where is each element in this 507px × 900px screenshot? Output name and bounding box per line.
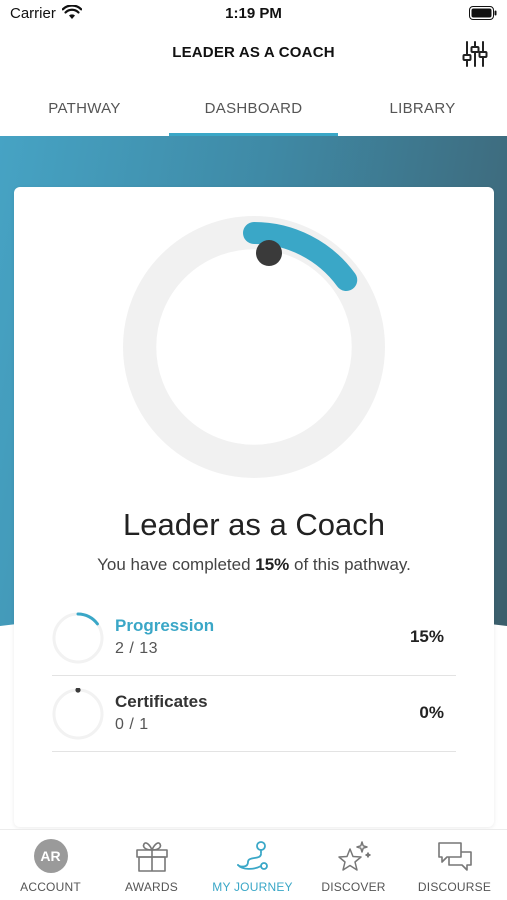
progress-ring-inner-line (156, 249, 352, 445)
tabbar-label: DISCOVER (321, 880, 386, 894)
progression-ring (52, 612, 104, 664)
tabbar-account[interactable]: AR ACCOUNT (0, 830, 101, 900)
stat-row-progression[interactable]: Progression 2 / 13 15% (52, 600, 456, 676)
gift-icon (135, 842, 168, 872)
stat-count: 0 / 1 (115, 716, 149, 733)
filter-settings-button[interactable] (459, 38, 491, 70)
tabbar-discover[interactable]: DISCOVER (303, 830, 404, 900)
stat-label: Progression (115, 616, 215, 635)
stat-percent: 15% (409, 627, 444, 646)
stat-count: 2 / 13 (115, 640, 159, 657)
tabbar-label: MY JOURNEY (212, 880, 293, 894)
tabbar-label: AWARDS (125, 880, 178, 894)
progress-ring-start-dot (256, 240, 282, 266)
stat-percent: 0% (419, 703, 444, 722)
page-title: LEADER AS A COACH (172, 44, 335, 61)
completion-percent: 15% (255, 555, 290, 574)
pathway-progress-ring (123, 216, 385, 478)
tabbar-label: ACCOUNT (20, 880, 81, 894)
tabbar-awards[interactable]: AWARDS (101, 830, 202, 900)
top-tabs: PATHWAY DASHBOARD LIBRARY (0, 92, 507, 136)
certificates-ring (52, 688, 104, 740)
status-time: 1:19 PM (225, 5, 282, 22)
pathway-card: Leader as a Coach You have completed 15%… (14, 187, 494, 827)
tab-library[interactable]: LIBRARY (338, 92, 507, 136)
avatar: AR (33, 839, 68, 873)
tabbar-discourse[interactable]: DISCOURSE (404, 830, 505, 900)
chat-bubbles-icon (437, 842, 472, 871)
status-bar: Carrier 1:19 PM (0, 0, 507, 28)
tab-pathway[interactable]: PATHWAY (0, 92, 169, 136)
bottom-tab-bar: AR ACCOUNT AWARDS MY JOURNEY DISCOVER DI… (0, 829, 507, 900)
pathway-title: Leader as a Coach (123, 507, 385, 542)
sliders-icon (462, 41, 488, 67)
stat-label: Certificates (115, 692, 208, 711)
battery-icon (469, 6, 497, 20)
stat-row-certificates[interactable]: Certificates 0 / 1 0% (52, 676, 456, 752)
tab-dashboard[interactable]: DASHBOARD (169, 92, 338, 136)
route-icon (236, 841, 268, 870)
tabbar-label: DISCOURSE (417, 880, 492, 894)
tabbar-my-journey[interactable]: MY JOURNEY (202, 830, 303, 900)
sparkle-star-icon (337, 841, 371, 871)
pathway-completion-text: You have completed 15% of this pathway. (97, 555, 411, 574)
